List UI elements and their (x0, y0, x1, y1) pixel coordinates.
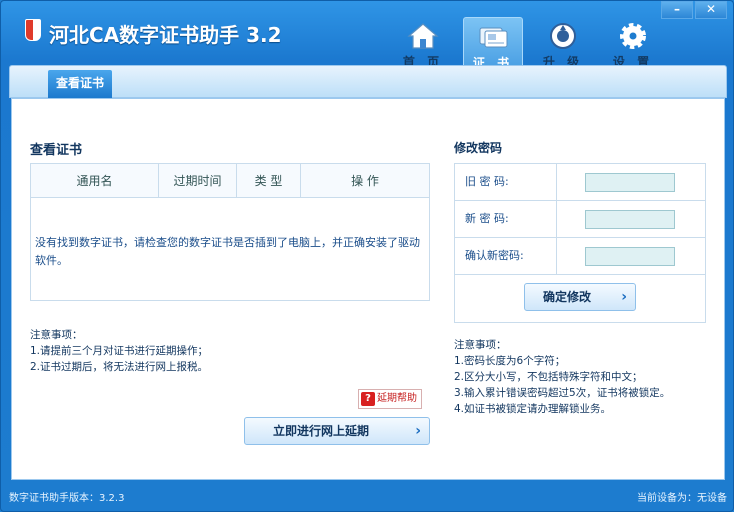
confirm-password-label: 确认新密码: (455, 238, 557, 274)
new-password-label: 新 密 码: (455, 201, 557, 237)
note-line: 1.请提前三个月对证书进行延期操作； (30, 345, 209, 357)
upgrade-icon (550, 23, 576, 49)
confirm-change-label: 确定修改 (543, 290, 592, 304)
confirm-password-row: 确认新密码: (455, 238, 705, 275)
sub-tab-strip: 查看证书 (9, 65, 727, 98)
old-password-input[interactable] (585, 173, 675, 192)
renewal-help-label: 延期帮助 (377, 393, 417, 404)
column-actions: 操 作 (351, 174, 379, 188)
title-bar: 河北CA数字证书助手 3.2 – ✕ 首 页 证 书 升 级 设 置 (1, 1, 733, 79)
note-line: 1.密码长度为6个字符； (454, 355, 566, 367)
renew-online-button[interactable]: 立即进行网上延期 › (244, 417, 430, 445)
version-text: 数字证书助手版本：3.2.3 (9, 493, 125, 504)
current-device-text: 当前设备为：无设备 (637, 493, 727, 504)
tab-view-certificates[interactable]: 查看证书 (48, 70, 113, 98)
home-icon (407, 23, 439, 49)
column-type: 类 型 (237, 164, 301, 197)
note-line: 注意事项： (454, 339, 507, 351)
confirm-change-button[interactable]: 确定修改 › (524, 283, 636, 311)
note-line: 2.证书过期后，将无法进行网上报税。 (30, 361, 209, 373)
confirm-password-input[interactable] (585, 247, 675, 266)
certificate-icon (479, 27, 508, 48)
status-bar: 数字证书助手版本：3.2.3 当前设备为：无设备 (1, 483, 733, 511)
renew-online-label: 立即进行网上延期 (273, 424, 370, 438)
note-line: 3.输入累计错误密码超过5次，证书将被锁定。 (454, 387, 671, 399)
new-password-cell (557, 201, 705, 237)
certificate-table: 通用名 过期时间 类 型 操 作 没有找到数字证书，请检查您的数字证书是否插到了… (30, 163, 430, 301)
chevron-right-icon: › (621, 289, 627, 305)
new-password-row: 新 密 码: (455, 201, 705, 238)
main-panel: 查看证书 通用名 过期时间 类 型 操 作 没有找到数字证书，请检查您的数字证书… (11, 98, 725, 480)
new-password-input[interactable] (585, 210, 675, 229)
certificate-notes: 注意事项： 1.请提前三个月对证书进行延期操作； 2.证书过期后，将无法进行网上… (30, 327, 208, 375)
old-password-cell (557, 164, 705, 200)
note-line: 4.如证书被锁定请办理解锁业务。 (454, 403, 612, 415)
app-logo-icon (25, 19, 41, 41)
column-common-name: 通用名 (31, 164, 159, 197)
certificates-section-title: 查看证书 (30, 143, 83, 158)
chevron-right-icon: › (415, 423, 421, 439)
help-icon: ? (361, 392, 375, 406)
gear-icon (620, 23, 646, 49)
empty-message: 没有找到数字证书，请检查您的数字证书是否插到了电脑上，并正确安装了驱动软件。 (35, 236, 420, 267)
note-line: 2.区分大小写，不包括特殊字符和中文； (454, 371, 643, 383)
note-line: 注意事项： (30, 329, 83, 341)
column-expiry: 过期时间 (159, 164, 237, 197)
old-password-label: 旧 密 码: (455, 164, 557, 200)
table-header: 通用名 过期时间 类 型 操 作 (31, 164, 429, 198)
app-window: 河北CA数字证书助手 3.2 – ✕ 首 页 证 书 升 级 设 置 查看证书 … (0, 0, 734, 512)
close-button[interactable]: ✕ (695, 1, 727, 19)
password-notes: 注意事项： 1.密码长度为6个字符； 2.区分大小写，不包括特殊字符和中文； 3… (454, 337, 670, 417)
renewal-help-button[interactable]: ? 延期帮助 (358, 389, 422, 409)
confirm-password-cell (557, 238, 705, 274)
password-section-title: 修改密码 (454, 141, 503, 155)
app-title: 河北CA数字证书助手 3.2 (49, 23, 282, 47)
old-password-row: 旧 密 码: (455, 164, 705, 201)
